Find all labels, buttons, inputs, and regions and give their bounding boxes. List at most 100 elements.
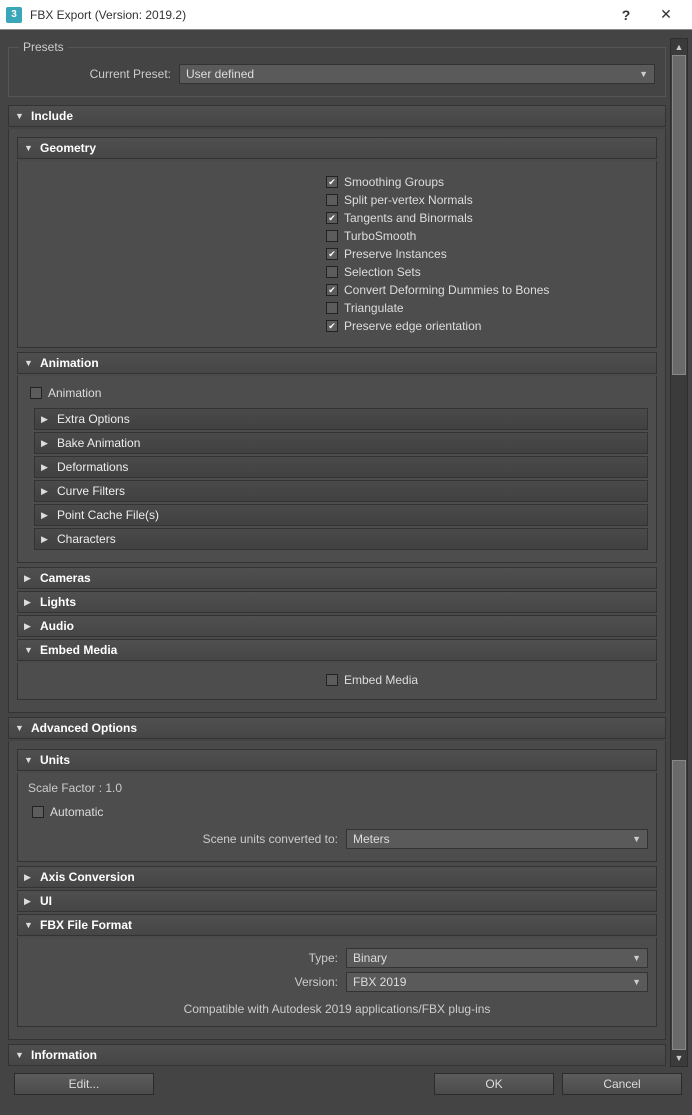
type-value: Binary: [353, 951, 387, 965]
split-per-vertex-normals-label: Split per-vertex Normals: [344, 193, 473, 207]
scrollbar-thumb[interactable]: [672, 760, 686, 1050]
compat-text: Compatible with Autodesk 2019 applicatio…: [26, 996, 648, 1018]
fbx-file-format-header[interactable]: ▼ FBX File Format: [17, 914, 657, 936]
extra-options-header[interactable]: ▶ Extra Options: [34, 408, 648, 430]
chevron-down-icon: ▼: [639, 69, 648, 79]
scrollbar-track[interactable]: [671, 55, 687, 1050]
scrollbar-down-arrow-icon[interactable]: ▼: [671, 1050, 687, 1066]
version-value: FBX 2019: [353, 975, 406, 989]
chevron-down-icon: ▼: [15, 723, 27, 733]
version-dropdown[interactable]: FBX 2019 ▼: [346, 972, 648, 992]
chevron-right-icon: ▶: [41, 438, 53, 449]
chevron-down-icon: ▼: [24, 755, 36, 765]
chevron-right-icon: ▶: [24, 872, 36, 883]
selection-sets-label: Selection Sets: [344, 265, 421, 279]
point-cache-header[interactable]: ▶ Point Cache File(s): [34, 504, 648, 526]
bake-animation-label: Bake Animation: [57, 436, 140, 450]
animation-header[interactable]: ▼ Animation: [17, 352, 657, 374]
cameras-label: Cameras: [40, 571, 91, 585]
split-per-vertex-normals-checkbox[interactable]: [326, 194, 338, 206]
chevron-down-icon: ▼: [15, 111, 27, 121]
animation-title: Animation: [40, 356, 99, 370]
chevron-down-icon: ▼: [632, 977, 641, 987]
vertical-scrollbar[interactable]: ▲ ▼: [670, 38, 688, 1067]
help-button-titlebar[interactable]: ?: [606, 1, 646, 29]
triangulate-label: Triangulate: [344, 301, 404, 315]
current-preset-dropdown[interactable]: User defined ▼: [179, 64, 655, 84]
chevron-down-icon: ▼: [632, 953, 641, 963]
triangulate-checkbox[interactable]: [326, 302, 338, 314]
chevron-down-icon: ▼: [632, 834, 641, 844]
preserve-edge-orientation-checkbox[interactable]: [326, 320, 338, 332]
chevron-right-icon: ▶: [24, 573, 36, 584]
curve-filters-header[interactable]: ▶ Curve Filters: [34, 480, 648, 502]
information-header[interactable]: ▼ Information: [8, 1044, 666, 1066]
chevron-right-icon: ▶: [41, 414, 53, 425]
scrollbar-up-arrow-icon[interactable]: ▲: [671, 39, 687, 55]
geometry-header[interactable]: ▼ Geometry: [17, 137, 657, 159]
tangents-binormals-checkbox[interactable]: [326, 212, 338, 224]
advanced-options-header[interactable]: ▼ Advanced Options: [8, 717, 666, 739]
preserve-edge-orientation-label: Preserve edge orientation: [344, 319, 481, 333]
lights-header[interactable]: ▶ Lights: [17, 591, 657, 613]
embed-media-checkbox-label: Embed Media: [344, 673, 418, 687]
deformations-header[interactable]: ▶ Deformations: [34, 456, 648, 478]
turbosmooth-checkbox[interactable]: [326, 230, 338, 242]
automatic-checkbox[interactable]: [32, 806, 44, 818]
lights-label: Lights: [40, 595, 76, 609]
turbosmooth-label: TurboSmooth: [344, 229, 416, 243]
convert-deforming-checkbox[interactable]: [326, 284, 338, 296]
characters-label: Characters: [57, 532, 116, 546]
preserve-instances-checkbox[interactable]: [326, 248, 338, 260]
fbx-file-format-body: Type: Binary ▼ Version: FBX 2019 ▼: [17, 938, 657, 1027]
scrollbar-thumb[interactable]: [672, 55, 686, 375]
scene-units-dropdown[interactable]: Meters ▼: [346, 829, 648, 849]
bake-animation-header[interactable]: ▶ Bake Animation: [34, 432, 648, 454]
chevron-right-icon: ▶: [24, 621, 36, 632]
smoothing-groups-checkbox[interactable]: [326, 176, 338, 188]
embed-media-title: Embed Media: [40, 643, 117, 657]
automatic-label: Automatic: [50, 805, 103, 819]
include-title: Include: [31, 109, 73, 123]
bottom-button-bar: Edit... OK Cancel: [8, 1067, 688, 1107]
units-header[interactable]: ▼ Units: [17, 749, 657, 771]
type-dropdown[interactable]: Binary ▼: [346, 948, 648, 968]
app-icon: 3: [6, 7, 22, 23]
titlebar: 3 FBX Export (Version: 2019.2) ? ✕: [0, 0, 692, 30]
chevron-down-icon: ▼: [24, 358, 36, 368]
embed-media-header[interactable]: ▼ Embed Media: [17, 639, 657, 661]
scene-units-value: Meters: [353, 832, 390, 846]
extra-options-label: Extra Options: [57, 412, 130, 426]
characters-header[interactable]: ▶ Characters: [34, 528, 648, 550]
audio-label: Audio: [40, 619, 74, 633]
cameras-header[interactable]: ▶ Cameras: [17, 567, 657, 589]
geometry-body: Smoothing Groups Split per-vertex Normal…: [17, 161, 657, 348]
preserve-instances-label: Preserve Instances: [344, 247, 447, 261]
ok-button[interactable]: OK: [434, 1073, 554, 1095]
ui-label: UI: [40, 894, 52, 908]
embed-media-checkbox[interactable]: [326, 674, 338, 686]
deformations-label: Deformations: [57, 460, 128, 474]
chevron-down-icon: ▼: [24, 143, 36, 153]
smoothing-groups-label: Smoothing Groups: [344, 175, 444, 189]
selection-sets-checkbox[interactable]: [326, 266, 338, 278]
chevron-right-icon: ▶: [41, 486, 53, 497]
animation-body: Animation ▶ Extra Options ▶ Bake Animati…: [17, 376, 657, 563]
fbx-file-format-title: FBX File Format: [40, 918, 132, 932]
chevron-right-icon: ▶: [24, 597, 36, 608]
chevron-right-icon: ▶: [24, 896, 36, 907]
axis-conversion-label: Axis Conversion: [40, 870, 135, 884]
chevron-right-icon: ▶: [41, 510, 53, 521]
axis-conversion-header[interactable]: ▶ Axis Conversion: [17, 866, 657, 888]
audio-header[interactable]: ▶ Audio: [17, 615, 657, 637]
animation-checkbox[interactable]: [30, 387, 42, 399]
ui-header[interactable]: ▶ UI: [17, 890, 657, 912]
embed-media-body: Embed Media: [17, 663, 657, 700]
convert-deforming-label: Convert Deforming Dummies to Bones: [344, 283, 549, 297]
scale-factor-label: Scale Factor : 1.0: [26, 779, 648, 799]
edit-button[interactable]: Edit...: [14, 1073, 154, 1095]
close-button[interactable]: ✕: [646, 1, 686, 29]
include-header[interactable]: ▼ Include: [8, 105, 666, 127]
cancel-button[interactable]: Cancel: [562, 1073, 682, 1095]
animation-checkbox-label: Animation: [48, 386, 101, 400]
